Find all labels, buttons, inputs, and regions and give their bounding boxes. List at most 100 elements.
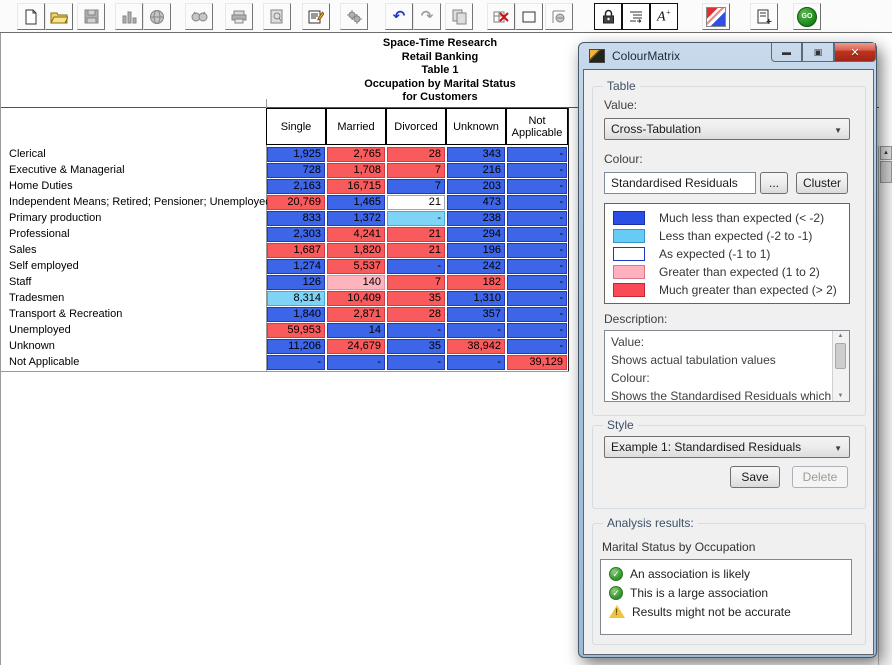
column-header-unknown[interactable]: Unknown: [446, 108, 506, 145]
table-cell[interactable]: -: [267, 355, 325, 370]
table-cell[interactable]: 357: [447, 307, 505, 322]
table-cell[interactable]: 473: [447, 195, 505, 210]
indent-toolbar-button[interactable]: [622, 3, 650, 30]
table-cell[interactable]: -: [507, 323, 567, 338]
column-header-divorced[interactable]: Divorced: [386, 108, 446, 145]
new-view-toolbar-button[interactable]: [750, 3, 778, 30]
table-cell[interactable]: 126: [267, 275, 325, 290]
column-header-married[interactable]: Married: [326, 108, 386, 145]
undo-toolbar-button[interactable]: ↶: [385, 3, 413, 30]
font-size-toolbar-button[interactable]: A+: [650, 3, 678, 30]
colourmatrix-toolbar-button[interactable]: [702, 3, 730, 30]
table-cell[interactable]: 7: [387, 163, 445, 178]
table-cell[interactable]: 1,687: [267, 243, 325, 258]
table-cell[interactable]: 242: [447, 259, 505, 274]
table-cell[interactable]: 1,310: [447, 291, 505, 306]
table-cell[interactable]: -: [507, 307, 567, 322]
table-cell[interactable]: 196: [447, 243, 505, 258]
table-cell[interactable]: 11,206: [267, 339, 325, 354]
table-cell[interactable]: -: [507, 163, 567, 178]
table-cell[interactable]: 203: [447, 179, 505, 194]
table-cell[interactable]: 39,129: [507, 355, 567, 370]
table-cell[interactable]: 182: [447, 275, 505, 290]
row-label[interactable]: Transport & Recreation: [9, 306, 122, 322]
row-label[interactable]: Not Applicable: [9, 354, 79, 370]
table-cell[interactable]: 35: [387, 339, 445, 354]
delete-button[interactable]: Delete: [792, 466, 848, 488]
table-cell[interactable]: 5,537: [327, 259, 385, 274]
table-cell[interactable]: 35: [387, 291, 445, 306]
delete-table-toolbar-button[interactable]: [487, 3, 515, 30]
desc-scroll-thumb[interactable]: [835, 343, 846, 369]
table-cell[interactable]: 10,409: [327, 291, 385, 306]
table-cell[interactable]: -: [387, 355, 445, 370]
table-cell[interactable]: 140: [327, 275, 385, 290]
row-label[interactable]: Sales: [9, 242, 37, 258]
table-cell[interactable]: -: [327, 355, 385, 370]
table-cell[interactable]: -: [507, 211, 567, 226]
table-cell[interactable]: 4,241: [327, 227, 385, 242]
table-cell[interactable]: 24,679: [327, 339, 385, 354]
column-header-not-applicable[interactable]: Not Applicable: [506, 108, 568, 145]
main-vertical-scrollbar[interactable]: ▲: [878, 146, 892, 665]
table-cell[interactable]: -: [507, 243, 567, 258]
edit-annotations-toolbar-button[interactable]: [302, 3, 330, 30]
row-label[interactable]: Tradesmen: [9, 290, 64, 306]
table-cell[interactable]: -: [507, 291, 567, 306]
table-cell[interactable]: 8,314: [267, 291, 325, 306]
row-label[interactable]: Executive & Managerial: [9, 162, 125, 178]
minimize-button[interactable]: ▬: [771, 43, 802, 62]
browse-button[interactable]: ...: [760, 172, 788, 194]
table-cell[interactable]: 833: [267, 211, 325, 226]
table-cell[interactable]: 7: [387, 179, 445, 194]
table-cell[interactable]: 1,708: [327, 163, 385, 178]
table-cell[interactable]: 2,163: [267, 179, 325, 194]
table-cell[interactable]: 59,953: [267, 323, 325, 338]
style-dropdown[interactable]: Example 1: Standardised Residuals ▼: [604, 436, 850, 458]
table-cell[interactable]: 294: [447, 227, 505, 242]
desc-scroll-down-icon[interactable]: ▼: [835, 393, 846, 399]
row-label[interactable]: Primary production: [9, 210, 101, 226]
table-cell[interactable]: 16,715: [327, 179, 385, 194]
table-cell[interactable]: -: [507, 259, 567, 274]
table-cell[interactable]: -: [507, 339, 567, 354]
colour-input[interactable]: Standardised Residuals: [604, 172, 756, 194]
table-cell[interactable]: 2,765: [327, 147, 385, 162]
table-cell[interactable]: 238: [447, 211, 505, 226]
table-cell[interactable]: 20,769: [267, 195, 325, 210]
table-cell[interactable]: 1,465: [327, 195, 385, 210]
desc-scroll-up-icon[interactable]: ▲: [835, 333, 846, 339]
table-cell[interactable]: -: [447, 323, 505, 338]
table-cell[interactable]: 1,925: [267, 147, 325, 162]
row-label[interactable]: Independent Means; Retired; Pensioner; U…: [9, 194, 271, 210]
table-cell[interactable]: 1,372: [327, 211, 385, 226]
table-cell[interactable]: 1,820: [327, 243, 385, 258]
scrollbar-thumb[interactable]: [880, 161, 892, 183]
table-cell[interactable]: 728: [267, 163, 325, 178]
description-scrollbar[interactable]: ▲ ▼: [832, 331, 849, 401]
table-cell[interactable]: 38,942: [447, 339, 505, 354]
table-cell[interactable]: -: [447, 355, 505, 370]
save-button[interactable]: Save: [730, 466, 780, 488]
new-document-toolbar-button[interactable]: [17, 3, 45, 30]
row-label[interactable]: Staff: [9, 274, 31, 290]
scroll-up-button[interactable]: ▲: [880, 146, 892, 160]
table-cell[interactable]: -: [507, 147, 567, 162]
close-button[interactable]: ✕: [834, 43, 876, 62]
dialog-titlebar[interactable]: ColourMatrix: [589, 49, 680, 63]
table-cell[interactable]: 2,871: [327, 307, 385, 322]
row-label[interactable]: Unemployed: [9, 322, 71, 338]
table-cell[interactable]: 28: [387, 307, 445, 322]
value-dropdown[interactable]: Cross-Tabulation ▼: [604, 118, 850, 140]
table-cell[interactable]: -: [387, 259, 445, 274]
table-cell[interactable]: 2,303: [267, 227, 325, 242]
column-header-single[interactable]: Single: [266, 108, 326, 145]
row-label[interactable]: Professional: [9, 226, 70, 242]
row-label[interactable]: Unknown: [9, 338, 55, 354]
table-cell[interactable]: 343: [447, 147, 505, 162]
table-cell[interactable]: -: [507, 195, 567, 210]
open-file-toolbar-button[interactable]: [45, 3, 73, 30]
row-label[interactable]: Self employed: [9, 258, 79, 274]
table-cell[interactable]: 21: [387, 195, 445, 210]
table-cell[interactable]: 1,840: [267, 307, 325, 322]
